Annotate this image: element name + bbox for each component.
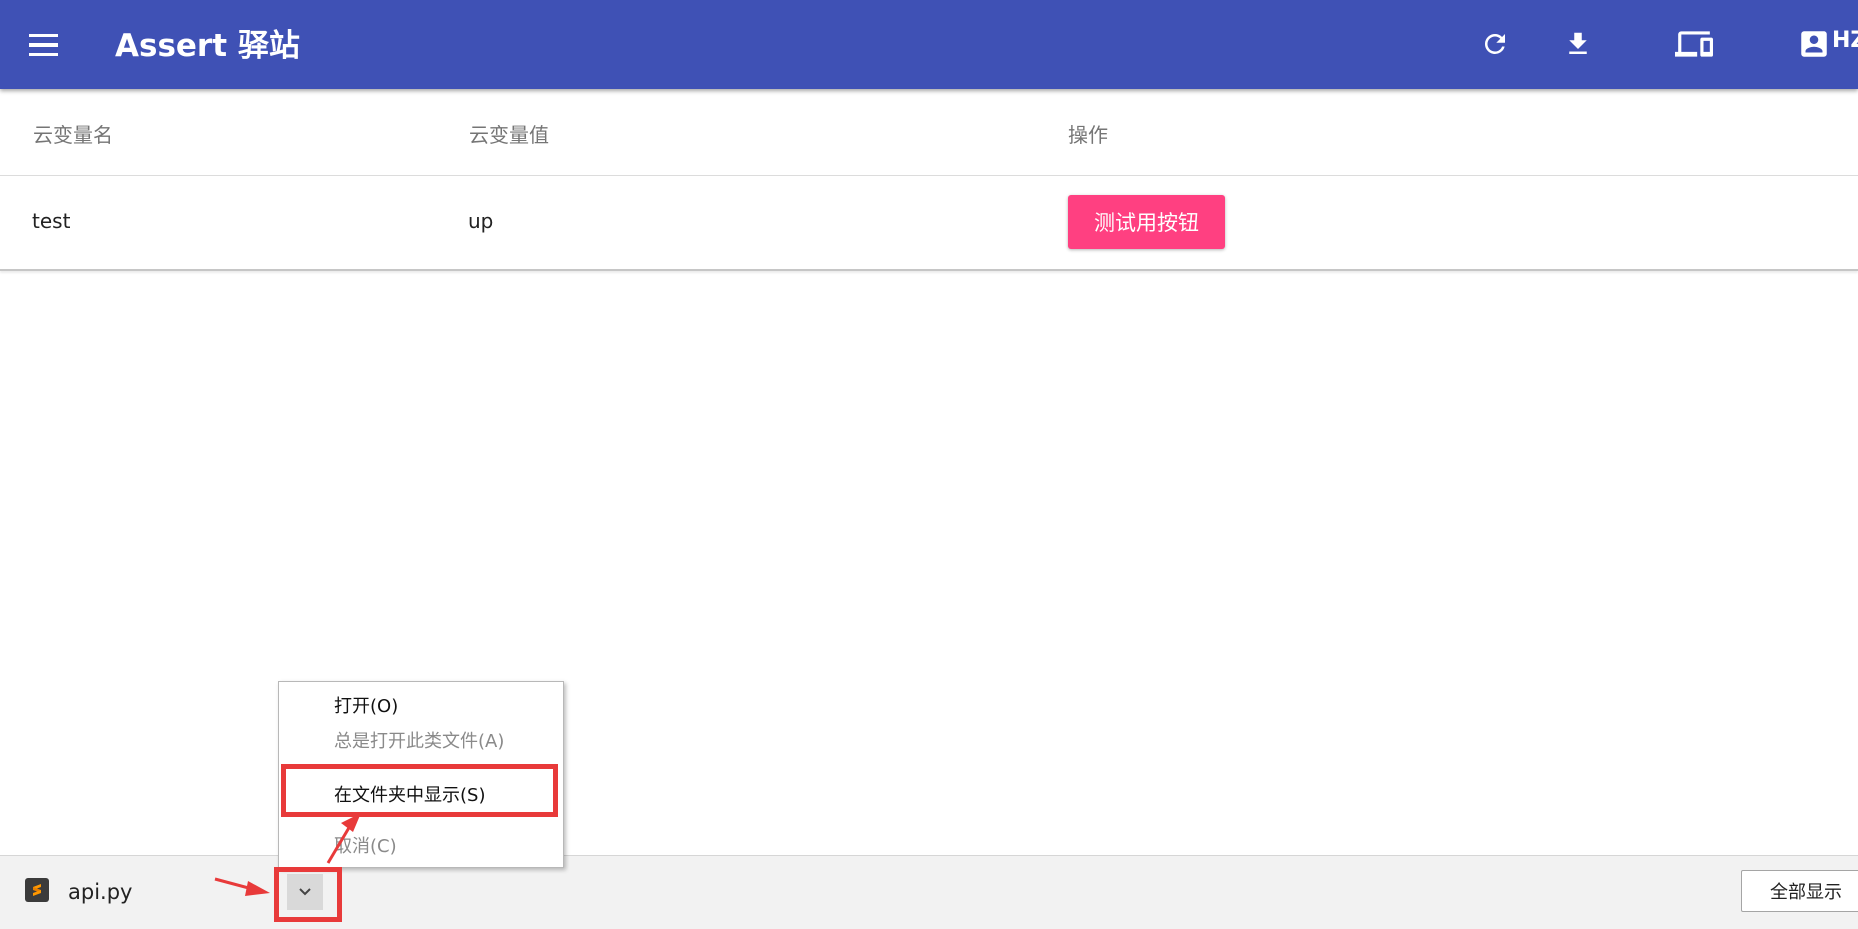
test-button[interactable]: 测试用按钮 (1068, 195, 1225, 249)
download-file-name[interactable]: api.py (68, 880, 132, 904)
menu-item-cancel[interactable]: 取消(C) (334, 832, 397, 858)
devices-icon[interactable] (1672, 22, 1716, 66)
menu-item-open[interactable]: 打开(O) (334, 692, 398, 718)
show-all-button[interactable]: 全部显示 (1741, 870, 1858, 912)
column-header-value: 云变量值 (469, 123, 549, 147)
column-header-action: 操作 (1068, 123, 1108, 147)
column-header-name: 云变量名 (33, 123, 113, 147)
menu-icon-bar (28, 52, 58, 57)
menu-button[interactable] (22, 24, 64, 66)
cloud-variable-table: 云变量名 云变量值 操作 test up 测试用按钮 (0, 89, 1858, 271)
menu-item-always-open: 总是打开此类文件(A) (334, 731, 505, 752)
download-icon[interactable] (1556, 22, 1600, 66)
highlight-chevron-button (274, 867, 342, 922)
row-divider (0, 175, 1858, 176)
user-name[interactable]: HZ (1832, 28, 1858, 53)
sublime-file-icon (25, 878, 49, 902)
menu-icon-bar (28, 43, 58, 47)
refresh-icon[interactable] (1473, 22, 1517, 66)
account-box-icon[interactable] (1792, 22, 1836, 66)
cell-variable-value: up (468, 209, 494, 233)
app-bar: Assert 驿站 HZ (0, 0, 1858, 89)
menu-icon-bar (28, 33, 58, 38)
highlight-show-in-folder (281, 764, 558, 817)
cell-variable-name: test (32, 209, 71, 233)
app-title: Assert 驿站 (115, 28, 300, 64)
